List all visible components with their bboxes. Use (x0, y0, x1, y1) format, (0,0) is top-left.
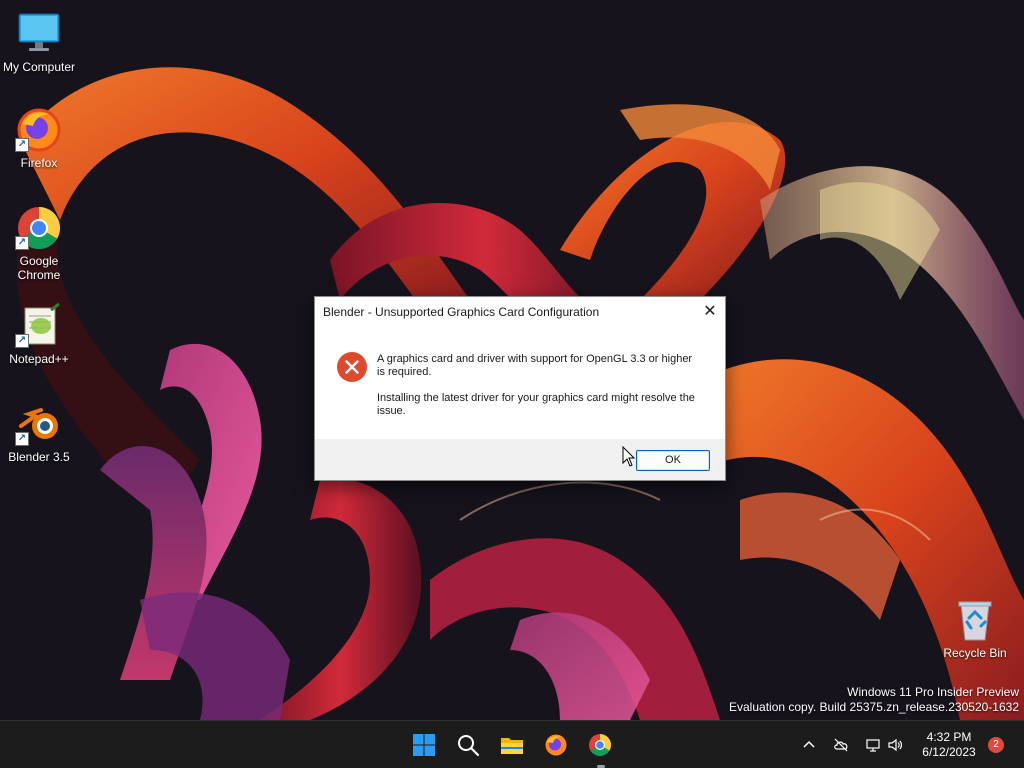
desktop-icon-label: Firefox (20, 156, 58, 170)
shortcut-arrow-icon: ↗ (15, 432, 29, 446)
dialog-footer: OK (315, 439, 725, 480)
desktop-icon-label: Blender 3.5 (8, 450, 70, 464)
firefox-icon (545, 734, 567, 756)
start-icon (413, 734, 435, 756)
search-button[interactable] (450, 727, 486, 763)
desktop-icon-blender[interactable]: ↗ Blender 3.5 (0, 400, 78, 464)
desktop: My Computer ↗ Firefox ↗ Google Chrome ↗ … (0, 0, 1024, 768)
desktop-icon-google-chrome[interactable]: ↗ Google Chrome (0, 204, 78, 282)
desktop-icon-label: Notepad++ (9, 352, 69, 366)
network-icon (866, 739, 880, 752)
start-button[interactable] (406, 727, 442, 763)
desktop-icon-notepadpp[interactable]: ↗ Notepad++ (0, 302, 78, 366)
dialog-message: A graphics card and driver with support … (377, 353, 693, 378)
onedrive-tray-button[interactable] (831, 735, 851, 755)
desktop-icon-recycle-bin[interactable]: Recycle Bin (936, 596, 1014, 660)
error-icon (337, 352, 367, 382)
clock[interactable]: 4:32 PM 6/12/2023 (914, 730, 984, 760)
close-icon: ✕ (703, 303, 717, 320)
taskbar: 4:32 PM 6/12/2023 2 (0, 720, 1024, 768)
ok-button[interactable]: OK (636, 450, 710, 471)
desktop-icon-my-computer[interactable]: My Computer (0, 10, 78, 74)
show-hidden-icons-button[interactable] (799, 735, 819, 755)
dialog-message-hint: Installing the latest driver for your gr… (377, 392, 695, 417)
cloud-offline-icon (834, 738, 848, 752)
blender-icon: ↗ (15, 400, 63, 448)
desktop-icon-label: Recycle Bin (943, 646, 1007, 660)
file-explorer-icon (501, 738, 523, 754)
chrome-taskbar-button[interactable] (582, 727, 618, 763)
dialog-title: Blender - Unsupported Graphics Card Conf… (323, 305, 600, 319)
monitor-icon (15, 10, 63, 58)
chevron-up-icon (803, 740, 815, 748)
windows-watermark: Windows 11 Pro Insider Preview Evaluatio… (729, 685, 1019, 715)
recycle-bin-icon (951, 596, 999, 644)
notification-badge[interactable]: 2 (988, 737, 1004, 753)
file-explorer-button[interactable] (494, 727, 530, 763)
close-button[interactable]: ✕ (695, 297, 725, 327)
shortcut-arrow-icon: ↗ (15, 334, 29, 348)
firefox-taskbar-button[interactable] (538, 727, 574, 763)
error-dialog: Blender - Unsupported Graphics Card Conf… (314, 296, 726, 481)
chrome-icon: ↗ (15, 204, 63, 252)
dialog-body: A graphics card and driver with support … (315, 327, 725, 439)
shortcut-arrow-icon: ↗ (15, 236, 29, 250)
volume-tray-button[interactable] (885, 735, 905, 755)
watermark-line1: Windows 11 Pro Insider Preview (847, 685, 1019, 699)
notepadpp-icon: ↗ (15, 302, 63, 350)
mouse-cursor-icon (622, 446, 636, 467)
chrome-icon (589, 734, 611, 756)
clock-date: 6/12/2023 (922, 745, 976, 759)
clock-time: 4:32 PM (926, 730, 972, 744)
watermark-line2: Evaluation copy. Build 25375.zn_release.… (729, 700, 1019, 714)
desktop-icon-firefox[interactable]: ↗ Firefox (0, 106, 78, 170)
dialog-titlebar[interactable]: Blender - Unsupported Graphics Card Conf… (315, 297, 725, 327)
volume-icon (888, 738, 903, 752)
desktop-icon-label: Google Chrome (17, 254, 61, 282)
desktop-icon-label: My Computer (2, 60, 76, 74)
firefox-icon: ↗ (15, 106, 63, 154)
search-icon (458, 735, 480, 757)
shortcut-arrow-icon: ↗ (15, 138, 29, 152)
network-tray-button[interactable] (863, 735, 883, 755)
